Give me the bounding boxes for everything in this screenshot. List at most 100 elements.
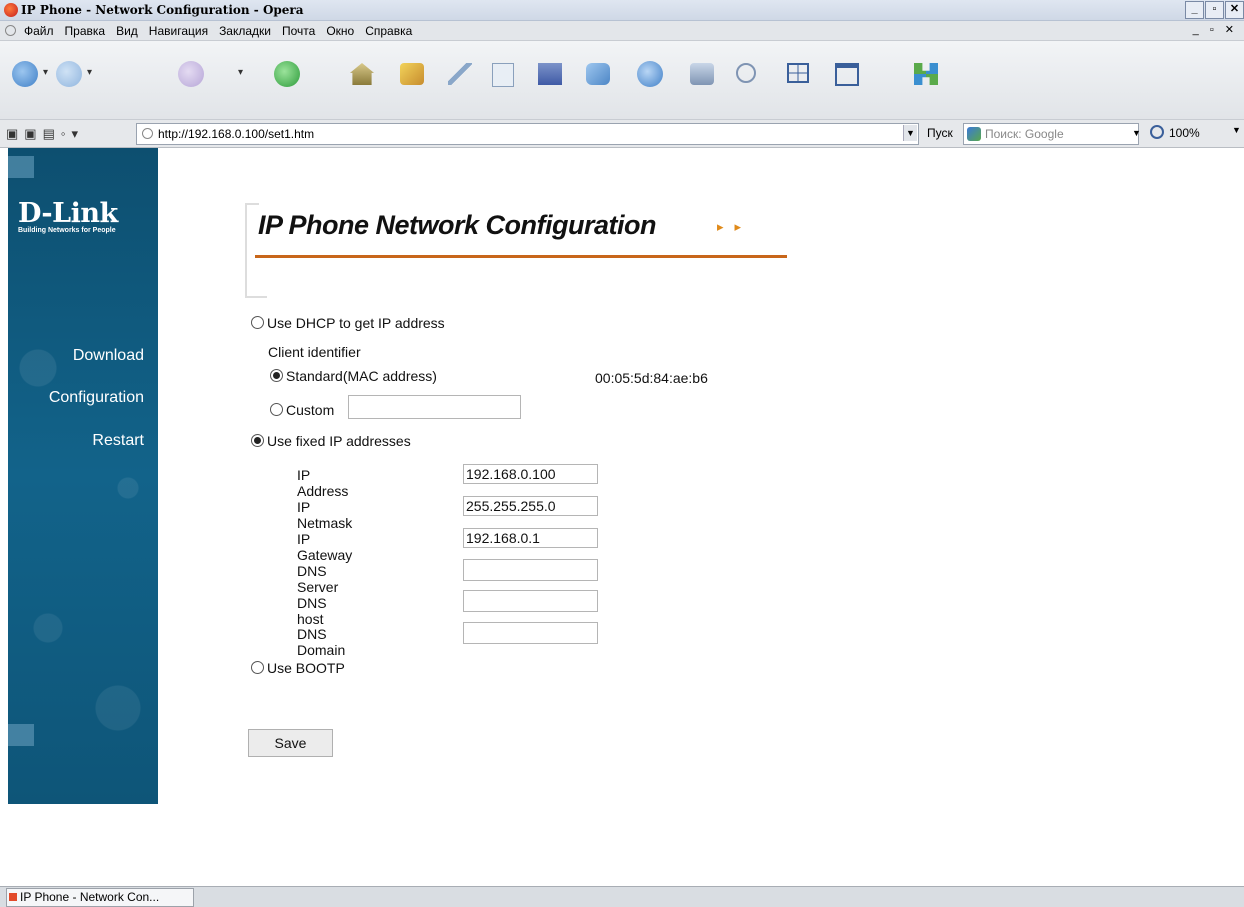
zoom-control[interactable]: 100% bbox=[1150, 125, 1200, 140]
chat-icon[interactable] bbox=[586, 63, 610, 85]
cascade-icon[interactable] bbox=[835, 63, 859, 86]
tile-icon[interactable] bbox=[787, 63, 809, 83]
main-toolbar: ▾ ▾ ▾ bbox=[0, 41, 1244, 120]
transfers-icon[interactable] bbox=[492, 63, 514, 87]
rewind-dropdown-icon[interactable]: ▾ bbox=[238, 67, 243, 78]
zoom-icon bbox=[1150, 125, 1164, 139]
taskbar-window-label: IP Phone - Network Con... bbox=[20, 890, 160, 904]
document-icon bbox=[5, 25, 16, 36]
dhcp-label: Use DHCP to get IP address bbox=[267, 315, 445, 331]
menu-help[interactable]: Справка bbox=[365, 24, 412, 38]
menu-window[interactable]: Окно bbox=[326, 24, 354, 38]
page-tools-icons[interactable]: ▣▣▤◦▾ bbox=[6, 126, 84, 142]
fixed-ip-radio[interactable] bbox=[251, 434, 264, 447]
back-icon[interactable] bbox=[12, 61, 38, 87]
custom-label: Custom bbox=[286, 402, 335, 418]
info-icon[interactable] bbox=[637, 61, 663, 87]
maximize-button[interactable]: ▫ bbox=[1205, 1, 1224, 19]
document-window-controls[interactable]: _ ▫ ✕ bbox=[1193, 23, 1238, 36]
bootp-radio[interactable] bbox=[251, 661, 264, 674]
standard-option[interactable]: Standard(MAC address) bbox=[270, 368, 437, 384]
custom-radio[interactable] bbox=[270, 403, 283, 416]
url-input[interactable]: http://192.168.0.100/set1.htm bbox=[136, 123, 919, 145]
ip-netmask-input[interactable] bbox=[463, 496, 598, 516]
print-icon[interactable] bbox=[690, 63, 714, 85]
zoom-value: 100% bbox=[1169, 126, 1200, 140]
mail-icon[interactable] bbox=[538, 63, 562, 85]
taskbar: IP Phone - Network Con... bbox=[0, 886, 1244, 907]
url-history-dropdown[interactable]: ▼ bbox=[903, 125, 917, 141]
home-icon[interactable] bbox=[350, 63, 374, 85]
search-dropdown[interactable]: ▼ bbox=[1130, 125, 1143, 141]
dns-host-input[interactable] bbox=[463, 590, 598, 612]
menu-edit[interactable]: Правка bbox=[65, 24, 106, 38]
ip-gateway-input[interactable] bbox=[463, 528, 598, 548]
nav-configuration[interactable]: Configuration bbox=[49, 389, 144, 407]
dlink-logo: D-Link Building Networks for People bbox=[18, 198, 118, 234]
menu-view[interactable]: Вид bbox=[116, 24, 138, 38]
find-icon[interactable] bbox=[736, 63, 756, 83]
menu-bookmarks[interactable]: Закладки bbox=[219, 24, 271, 38]
menu-mail[interactable]: Почта bbox=[282, 24, 315, 38]
custom-identifier-input[interactable] bbox=[348, 395, 521, 419]
ip-netmask-label: IP Netmask bbox=[297, 499, 353, 531]
rewind-icon[interactable] bbox=[178, 61, 204, 87]
page-title: IP Phone Network Configuration bbox=[258, 210, 657, 240]
menu-navigation[interactable]: Навигация bbox=[149, 24, 208, 38]
dhcp-radio[interactable] bbox=[251, 316, 264, 329]
save-button[interactable]: Save bbox=[248, 729, 333, 757]
bootp-label: Use BOOTP bbox=[267, 660, 345, 676]
close-button[interactable]: ✕ bbox=[1225, 1, 1244, 19]
go-button[interactable]: Пуск bbox=[927, 126, 953, 140]
custom-option[interactable]: Custom bbox=[270, 402, 334, 418]
dns-domain-input[interactable] bbox=[463, 622, 598, 644]
page-icon bbox=[142, 128, 153, 139]
standard-radio[interactable] bbox=[270, 369, 283, 382]
decor-square bbox=[8, 156, 34, 178]
search-input[interactable]: Поиск: Google bbox=[963, 123, 1139, 145]
fullscreen-icon[interactable] bbox=[914, 63, 938, 85]
window-titlebar: IP Phone - Network Configuration - Opera… bbox=[0, 0, 1244, 21]
window-title: IP Phone - Network Configuration - Opera bbox=[21, 3, 304, 17]
opera-logo-icon bbox=[4, 3, 18, 17]
logo-main-text: D-Link bbox=[18, 198, 118, 229]
dns-server-label: DNS Server bbox=[297, 563, 339, 595]
search-placeholder: Поиск: Google bbox=[985, 127, 1064, 141]
dhcp-option[interactable]: Use DHCP to get IP address bbox=[251, 315, 445, 331]
menu-file[interactable]: Файл bbox=[24, 24, 54, 38]
ip-address-label: IP Address bbox=[297, 467, 349, 499]
nav-download[interactable]: Download bbox=[73, 347, 144, 365]
dns-host-label: DNS host bbox=[297, 595, 327, 627]
dns-domain-label: DNS Domain bbox=[297, 626, 346, 658]
forward-dropdown-icon[interactable]: ▾ bbox=[87, 67, 92, 78]
back-dropdown-icon[interactable]: ▾ bbox=[43, 67, 48, 78]
bookmarks-icon[interactable] bbox=[400, 63, 424, 85]
standard-label: Standard(MAC address) bbox=[286, 368, 437, 384]
minimize-button[interactable]: _ bbox=[1185, 1, 1204, 19]
decor-square bbox=[8, 724, 34, 746]
zoom-dropdown[interactable]: ▼ bbox=[1232, 125, 1241, 135]
bootp-option[interactable]: Use BOOTP bbox=[251, 660, 345, 676]
search-engine-icon bbox=[967, 127, 981, 141]
heading-divider bbox=[255, 255, 787, 258]
sidebar: D-Link Building Networks for People Down… bbox=[8, 148, 158, 804]
menu-bar: Файл Правка Вид Навигация Закладки Почта… bbox=[0, 21, 1244, 41]
fixed-ip-label: Use fixed IP addresses bbox=[267, 433, 411, 449]
logo-tagline: Building Networks for People bbox=[18, 227, 116, 234]
fixed-ip-option[interactable]: Use fixed IP addresses bbox=[251, 433, 411, 449]
reload-icon[interactable] bbox=[274, 61, 300, 87]
address-bar: ▣▣▤◦▾ http://192.168.0.100/set1.htm ▼ Пу… bbox=[0, 120, 1244, 148]
forward-icon[interactable] bbox=[56, 61, 82, 87]
page-content: D-Link Building Networks for People Down… bbox=[0, 148, 1244, 886]
dns-server-input[interactable] bbox=[463, 559, 598, 581]
client-identifier-label: Client identifier bbox=[268, 344, 361, 360]
ip-address-input[interactable] bbox=[463, 464, 598, 484]
mac-address-value: 00:05:5d:84:ae:b6 bbox=[595, 370, 708, 386]
opera-task-icon bbox=[9, 893, 17, 901]
window-controls: _ ▫ ✕ bbox=[1185, 1, 1244, 19]
notes-icon[interactable] bbox=[448, 63, 472, 85]
heading-arrows-icon: ▸▸ bbox=[717, 219, 753, 234]
nav-restart[interactable]: Restart bbox=[92, 432, 144, 450]
url-text: http://192.168.0.100/set1.htm bbox=[158, 127, 315, 141]
taskbar-window-button[interactable]: IP Phone - Network Con... bbox=[6, 888, 194, 907]
